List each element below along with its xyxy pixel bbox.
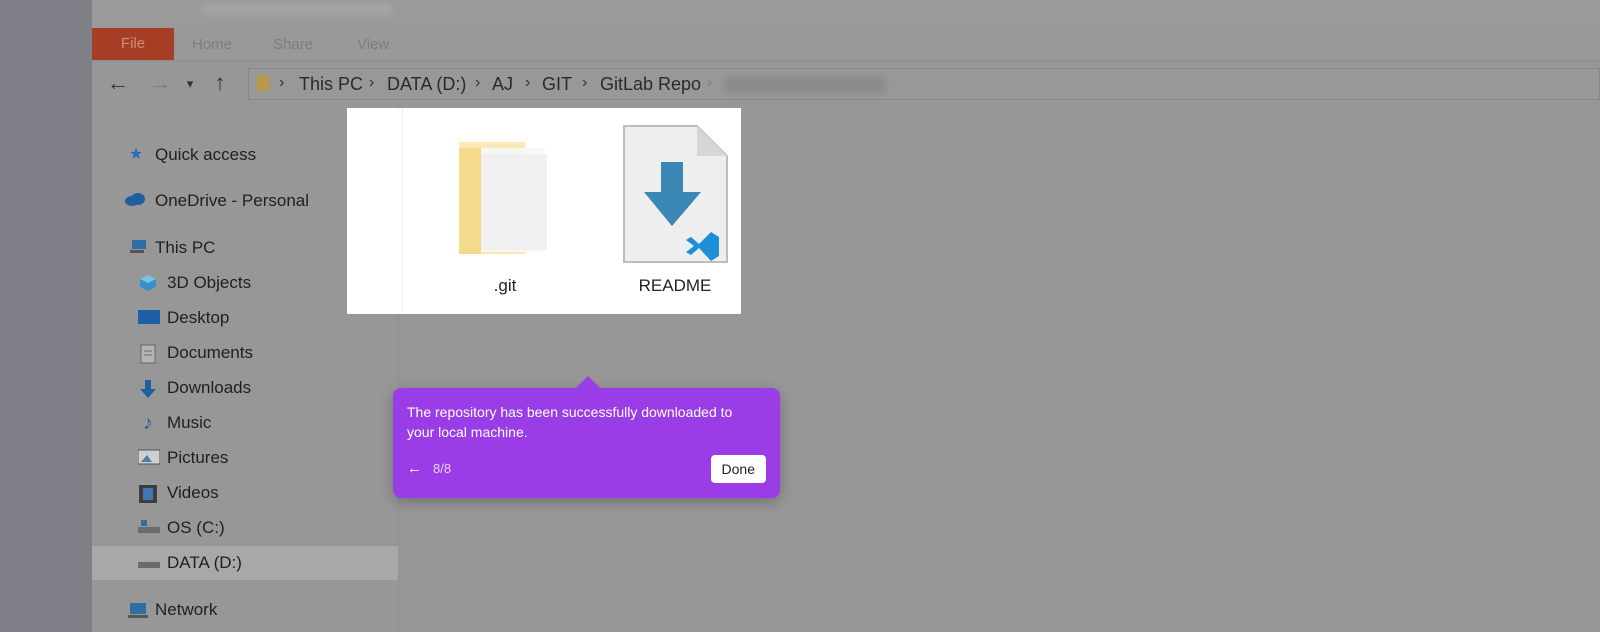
sidebar-item-label: DATA (D:) [167, 553, 242, 572]
sidebar-item-label: Music [167, 413, 212, 432]
blurred-title [202, 2, 392, 16]
sidebar-item-label: Downloads [167, 378, 252, 397]
sidebar-item-music[interactable]: ♪ Music [92, 406, 398, 440]
sidebar-item-label: OneDrive - Personal [155, 191, 310, 210]
chevron-right-icon: › [582, 74, 588, 91]
sidebar-item-label: OS (C:) [167, 518, 225, 537]
sidebar-item-documents[interactable]: Documents [92, 336, 398, 370]
sidebar-item-videos[interactable]: Videos [92, 476, 398, 510]
tooltip-arrow [576, 376, 600, 388]
sidebar-item-label: Desktop [167, 308, 230, 327]
file-item-readme[interactable]: README [615, 124, 735, 295]
download-icon [138, 379, 158, 398]
tab-file[interactable]: File [92, 28, 174, 60]
tab-share[interactable]: Share [273, 36, 313, 53]
chevron-right-icon: › [525, 74, 531, 91]
chevron-right-icon: › [279, 74, 285, 91]
tab-view[interactable]: View [357, 36, 389, 53]
folder-icon [445, 124, 565, 269]
address-field[interactable]: › This PC › DATA (D:) › AJ › GIT › GitLa… [248, 68, 1600, 100]
desktop-icon [138, 309, 160, 327]
network-icon [128, 601, 148, 619]
tooltip-message: The repository has been successfully dow… [407, 404, 733, 440]
up-arrow-icon[interactable]: ↑ [208, 70, 232, 96]
file-item-git-folder[interactable]: .git [445, 124, 565, 295]
tab-home[interactable]: Home [192, 36, 232, 53]
chevron-down-icon[interactable]: ▾ [178, 76, 202, 92]
drive-icon [138, 554, 160, 572]
sidebar-item-label: 3D Objects [167, 273, 252, 292]
star-icon: ★ [128, 146, 144, 163]
background-strip [0, 0, 92, 632]
breadcrumb-data-d[interactable]: DATA (D:) [387, 74, 466, 95]
file-name: .git [493, 276, 517, 295]
folder-icon [257, 75, 269, 91]
cloud-icon [124, 192, 145, 210]
sidebar-item-label: Pictures [167, 448, 229, 467]
breadcrumb-gitlab-repo[interactable]: GitLab Repo [600, 74, 701, 95]
drive-icon [138, 519, 160, 537]
sidebar-item-pictures[interactable]: Pictures [92, 441, 398, 475]
music-icon: ♪ [143, 412, 153, 434]
file-explorer-window: File Home Share View ← → ▾ ↑ › This PC ›… [92, 0, 1600, 632]
chevron-right-icon: › [707, 74, 713, 91]
video-icon [138, 484, 158, 503]
back-arrow-icon[interactable]: ← [407, 460, 422, 477]
back-arrow-icon[interactable]: ← [106, 70, 130, 96]
sidebar-item-network[interactable]: Network [92, 593, 398, 627]
sidebar-item-label: Quick access [155, 145, 257, 164]
vscode-file-icon [615, 124, 735, 269]
sidebar-item-label: Videos [167, 483, 219, 502]
forward-arrow-icon[interactable]: → [148, 70, 172, 96]
address-bar: ← → ▾ ↑ › This PC › DATA (D:) › AJ › GIT… [92, 62, 1600, 105]
sidebar-item-label: Documents [167, 343, 253, 362]
ribbon: File Home Share View [92, 24, 1600, 61]
sidebar-item-os-c[interactable]: OS (C:) [92, 511, 398, 545]
breadcrumb-this-pc[interactable]: This PC [299, 74, 363, 95]
computer-icon [128, 239, 148, 257]
breadcrumb-aj[interactable]: AJ [492, 74, 513, 95]
document-icon [138, 344, 158, 364]
cube-icon [138, 274, 158, 292]
blurred-breadcrumb [725, 77, 885, 93]
sidebar-item-data-d[interactable]: DATA (D:) [92, 546, 398, 580]
chevron-right-icon: › [475, 74, 481, 91]
sidebar-item-downloads[interactable]: Downloads [92, 371, 398, 405]
picture-icon [137, 449, 161, 467]
breadcrumb-git[interactable]: GIT [542, 74, 572, 95]
nav-pane-edge [347, 108, 403, 314]
step-counter: 8/8 [433, 461, 452, 476]
done-button[interactable]: Done [710, 455, 766, 483]
sidebar-item-label: Network [155, 600, 218, 619]
highlighted-files-area: .git README [347, 108, 741, 314]
file-name: README [638, 276, 712, 295]
chevron-right-icon: › [369, 74, 375, 91]
walkthrough-tooltip: The repository has been successfully dow… [393, 376, 780, 498]
title-bar [92, 0, 1600, 24]
sidebar-item-label: This PC [155, 238, 216, 257]
